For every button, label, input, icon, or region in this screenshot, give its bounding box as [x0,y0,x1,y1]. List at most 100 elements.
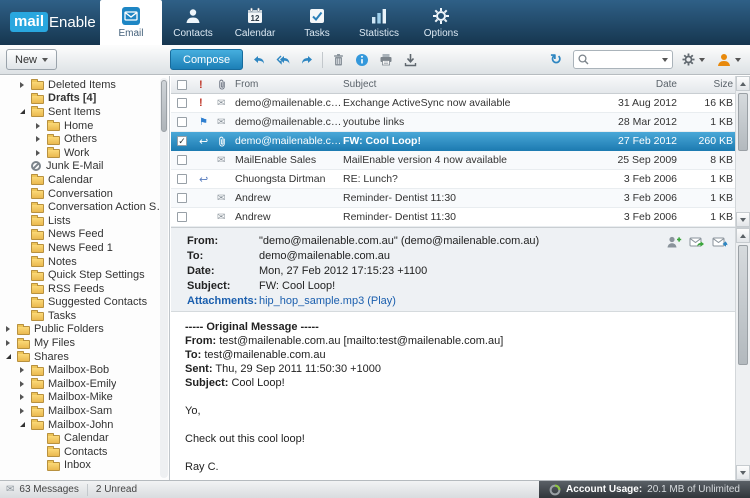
forward-button[interactable] [295,49,319,71]
tab-tasks[interactable]: Tasks [286,0,348,45]
sidebar-item-shares[interactable]: Shares [0,350,169,364]
add-sender-to-contacts-button[interactable] [665,234,682,250]
sidebar-item-label: Mailbox-Bob [48,364,110,377]
info-button[interactable] [350,49,374,71]
refresh-button[interactable]: ↻ [544,49,568,71]
column-header-subject[interactable]: Subject [343,79,611,90]
row-checkbox[interactable] [177,174,187,184]
attachment-link[interactable]: hip_hop_sample.mp3 (Play) [259,294,396,309]
message-row[interactable]: ↩ Chuongsta Dirtman RE: Lunch? 3 Feb 200… [171,170,750,189]
scrollbar-thumb[interactable] [738,245,748,365]
select-all-checkbox[interactable] [177,79,187,90]
expand-arrow-icon[interactable] [20,80,31,90]
search-scope-chevron-icon[interactable] [662,57,668,62]
row-checkbox[interactable] [177,193,187,203]
collapse-arrow-icon[interactable] [20,107,31,117]
compose-button[interactable]: Compose [170,49,244,70]
sidebar-item-mailbox-mike[interactable]: Mailbox-Mike [0,391,169,405]
scroll-up-button[interactable] [736,228,750,243]
tab-email[interactable]: Email [100,0,162,45]
preview-scrollbar[interactable] [735,228,750,480]
sidebar-item-conversation[interactable]: Conversation [0,187,169,201]
sidebar-scrollbar[interactable] [160,78,168,478]
sidebar-item-junk-email[interactable]: Junk E-Mail [0,160,169,174]
sidebar-item-notes[interactable]: Notes [0,255,169,269]
sidebar-item-mailbox-sam[interactable]: Mailbox-Sam [0,404,169,418]
sidebar-item-mailbox-emily[interactable]: Mailbox-Emily [0,377,169,391]
sidebar-item-work[interactable]: Work [0,146,169,160]
collapse-arrow-icon[interactable] [20,420,31,430]
search-input[interactable] [592,53,659,66]
scroll-up-button[interactable] [736,76,750,91]
expand-arrow-icon[interactable] [6,338,17,348]
expand-arrow-icon[interactable] [36,121,47,131]
sidebar-item-my-files[interactable]: My Files [0,336,169,350]
message-row-selected[interactable]: ↩ demo@mailenable.com.au FW: Cool Loop! … [171,132,750,151]
reply-all-button[interactable] [271,49,295,71]
message-row[interactable]: ✉ Andrew Reminder- Dentist 11:30 3 Feb 2… [171,189,750,208]
sidebar-item-mailbox-bob[interactable]: Mailbox-Bob [0,363,169,377]
expand-arrow-icon[interactable] [20,406,31,416]
row-checkbox[interactable] [177,155,187,165]
sidebar-item-news-feed[interactable]: News Feed [0,228,169,242]
row-checkbox[interactable] [177,117,187,127]
reply-button[interactable] [247,49,271,71]
collapse-arrow-icon[interactable] [6,352,17,362]
scroll-down-button[interactable] [736,212,750,227]
sidebar-item-quick-step-settings[interactable]: Quick Step Settings [0,268,169,282]
print-button[interactable] [374,49,398,71]
row-checkbox-checked[interactable] [177,136,187,146]
sidebar-item-rss-feeds[interactable]: RSS Feeds [0,282,169,296]
toolbar-left: New [6,49,170,70]
tab-options[interactable]: Options [410,0,472,45]
sidebar-item-deleted-items[interactable]: Deleted Items [0,78,169,92]
forward-message-button[interactable] [711,234,728,250]
sidebar-item-john-calendar[interactable]: Calendar [0,431,169,445]
message-row[interactable]: ! ✉ demo@mailenable.com.au Exchange Acti… [171,94,750,113]
attachment-column-icon[interactable] [217,79,227,90]
sidebar-item-home[interactable]: Home [0,119,169,133]
sidebar-item-john-contacts[interactable]: Contacts [0,445,169,459]
settings-menu-button[interactable] [678,50,708,69]
expand-arrow-icon[interactable] [20,379,31,389]
message-row[interactable]: ⚑ ✉ demo@mailenable.com.au youtube links… [171,113,750,132]
expand-arrow-icon[interactable] [20,365,31,375]
tab-contacts[interactable]: Contacts [162,0,224,45]
sidebar-item-suggested-contacts[interactable]: Suggested Contacts [0,296,169,310]
scrollbar-thumb[interactable] [738,93,748,151]
scroll-down-button[interactable] [736,465,750,480]
sidebar-item-public-folders[interactable]: Public Folders [0,323,169,337]
row-checkbox[interactable] [177,98,187,108]
message-row[interactable]: ✉ MailEnable Sales MailEnable version 4 … [171,151,750,170]
delete-button[interactable] [326,49,350,71]
expand-arrow-icon[interactable] [6,324,17,334]
tab-calendar[interactable]: 12 Calendar [224,0,286,45]
sidebar-item-others[interactable]: Others [0,132,169,146]
reply-to-message-button[interactable] [688,234,705,250]
expand-arrow-icon[interactable] [36,148,47,158]
row-checkbox[interactable] [177,212,187,222]
sidebar-item-tasks[interactable]: Tasks [0,309,169,323]
sidebar-item-lists[interactable]: Lists [0,214,169,228]
priority-column-icon[interactable]: ! [199,79,203,91]
scrollbar-thumb[interactable] [161,80,167,132]
sidebar-item-sent-items[interactable]: Sent Items [0,105,169,119]
sidebar-item-john-inbox[interactable]: Inbox [0,459,169,473]
paperclip-icon [217,136,227,147]
import-button[interactable] [398,49,422,71]
sidebar-item-calendar[interactable]: Calendar [0,173,169,187]
sidebar-item-mailbox-john[interactable]: Mailbox-John [0,418,169,432]
message-list-scrollbar[interactable] [735,76,750,227]
expand-arrow-icon[interactable] [36,134,47,144]
tab-statistics[interactable]: Statistics [348,0,410,45]
sidebar-item-conversation-action-settings[interactable]: Conversation Action Settings [0,200,169,214]
user-menu-button[interactable] [713,50,744,70]
sidebar-item-drafts[interactable]: Drafts [4] [0,92,169,106]
column-header-size[interactable]: Size [689,79,735,90]
sidebar-item-news-feed-1[interactable]: News Feed 1 [0,241,169,255]
column-header-date[interactable]: Date [611,79,689,90]
expand-arrow-icon[interactable] [20,392,31,402]
column-header-from[interactable]: From [235,79,343,90]
message-row[interactable]: ✉ Andrew Reminder- Dentist 11:30 3 Feb 2… [171,208,750,227]
new-button[interactable]: New [6,49,58,70]
